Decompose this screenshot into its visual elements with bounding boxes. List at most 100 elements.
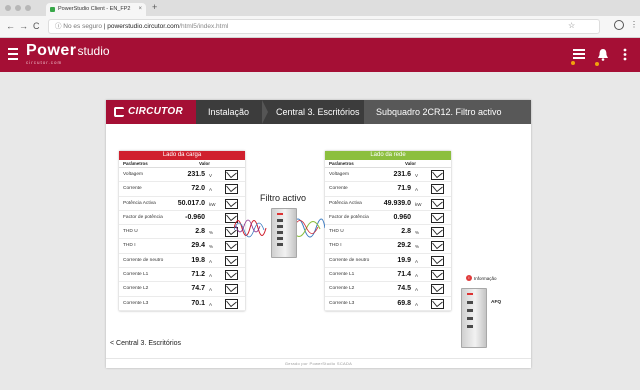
browser-menu-icon[interactable]: ⋮ <box>630 20 638 29</box>
back-link[interactable]: < Central 3. Escritórios <box>110 340 181 347</box>
hamburger-icon[interactable] <box>8 48 18 60</box>
param-value: 71.4 <box>397 271 411 279</box>
trend-graph-icon[interactable] <box>431 255 444 266</box>
param-label: Corrente <box>329 186 348 192</box>
param-unit: % <box>209 230 214 236</box>
back-icon[interactable]: ← <box>6 21 15 31</box>
param-label: THD I <box>123 243 136 249</box>
brand-label: CIRCUTOR <box>128 106 183 117</box>
trend-graph-icon[interactable] <box>225 255 238 266</box>
minimize-window-icon[interactable] <box>15 5 21 11</box>
crumb-installation[interactable]: Instalação <box>208 100 249 124</box>
info-icon[interactable]: i <box>466 275 472 281</box>
param-label: Corrente L3 <box>329 300 355 306</box>
trend-graph-icon[interactable] <box>431 170 444 180</box>
table-row: Corrente 71.9 A <box>325 182 451 197</box>
param-value: 50.017.0 <box>177 199 205 207</box>
param-value: 71.2 <box>191 271 205 279</box>
param-value: -0.960 <box>185 213 205 221</box>
param-value: 74.7 <box>191 285 205 293</box>
afq-module <box>467 325 473 328</box>
trend-graph-icon[interactable] <box>431 198 444 209</box>
list-icon[interactable] <box>571 48 585 65</box>
app-menu-icon[interactable] <box>623 48 627 64</box>
trend-graph-icon[interactable] <box>431 241 444 252</box>
circutor-logo-icon <box>114 107 124 117</box>
grid-rows: Voltagem 231.6 V Corrente 71.9 A Potência Acti… <box>325 168 451 311</box>
trend-graph-icon[interactable] <box>225 170 238 180</box>
filter-title: Filtro activo <box>260 193 307 203</box>
afq-module <box>467 317 473 320</box>
param-unit: A <box>209 301 213 307</box>
tab-close-icon[interactable]: × <box>138 3 142 16</box>
app-header: Powerstudio circutor.com <box>0 38 640 72</box>
active-filter-cabinet[interactable] <box>271 208 297 258</box>
param-unit: A <box>209 287 213 293</box>
afq-module <box>467 301 473 304</box>
grid-table-title: Lado da rede <box>325 151 451 160</box>
trend-graph-icon[interactable] <box>431 270 444 281</box>
param-unit: kW <box>415 201 422 207</box>
param-unit: kW <box>209 201 216 207</box>
table-row: Factor de potência 0.960 <box>325 211 451 226</box>
param-value: 71.9 <box>397 185 411 193</box>
close-window-icon[interactable] <box>5 5 11 11</box>
address-toolbar: ← → C ⓘ No es seguro | powerstudio.circu… <box>0 16 640 38</box>
crumb-subquadro[interactable]: Subquadro 2CR12. Filtro activo <box>364 100 531 124</box>
reload-icon[interactable]: C <box>33 21 40 31</box>
account-icon[interactable] <box>614 20 624 30</box>
maximize-window-icon[interactable] <box>25 5 31 11</box>
new-tab-button[interactable]: + <box>152 2 157 12</box>
table-row: THD U 2.8% <box>119 225 245 240</box>
grid-side-table: Lado da rede Parâmetros Valor Voltagem 23… <box>325 151 451 311</box>
param-label: Corrente L2 <box>123 286 149 292</box>
cabinet-led <box>277 213 283 215</box>
col-value: Valor <box>405 161 417 166</box>
trend-graph-icon[interactable] <box>225 184 238 195</box>
afq-cabinet[interactable] <box>461 288 487 348</box>
url-input[interactable]: ⓘ No es seguro | powerstudio.circutor.co… <box>48 19 600 34</box>
afq-info-label[interactable]: Informação <box>474 276 497 281</box>
param-label: THD U <box>123 229 138 235</box>
param-unit: % <box>415 244 420 250</box>
param-unit: A <box>209 273 213 279</box>
table-row: Voltagem 231.5 V <box>119 168 245 183</box>
param-unit: A <box>209 187 213 193</box>
param-value: 2.8 <box>195 228 205 236</box>
browser-tab[interactable]: PowerStudio Client - EN_FP2 × <box>46 3 146 16</box>
table-row: Corrente L1 71.4 A <box>325 268 451 283</box>
security-indicator[interactable]: ⓘ No es seguro <box>55 23 102 30</box>
load-side-table: Lado da carga Parâmetros Valor Voltagem 2… <box>119 151 245 311</box>
trend-graph-icon[interactable] <box>225 298 238 309</box>
circutor-brand[interactable]: CIRCUTOR <box>106 100 196 124</box>
table-row: Corrente L3 69.8 A <box>325 297 451 311</box>
table-row: Corrente L2 74.7 A <box>119 282 245 297</box>
load-table-header: Parâmetros Valor <box>119 160 245 168</box>
param-label: THD U <box>329 229 344 235</box>
param-unit: A <box>415 187 419 193</box>
trend-graph-icon[interactable] <box>225 270 238 281</box>
bookmark-star-icon[interactable]: ☆ <box>568 21 575 30</box>
trend-graph-icon[interactable] <box>431 184 444 195</box>
param-label: Corrente L1 <box>329 272 355 278</box>
trend-graph-icon[interactable] <box>431 298 444 309</box>
trend-graph-icon[interactable] <box>225 284 238 295</box>
table-row: THD I 29.4% <box>119 239 245 254</box>
trend-graph-icon[interactable] <box>431 227 444 238</box>
afq-led <box>467 293 473 295</box>
param-label: Voltagem <box>123 172 144 177</box>
param-value: 231.5 <box>187 171 205 178</box>
trend-graph-icon[interactable] <box>431 284 444 295</box>
logo-tagline: circutor.com <box>26 60 63 65</box>
afq-name: AFQ <box>491 300 502 305</box>
param-value: 70.1 <box>191 299 205 307</box>
param-label: Corrente <box>123 186 142 192</box>
param-value: 49.939.0 <box>383 199 411 207</box>
trend-graph-icon[interactable] <box>431 212 444 223</box>
param-unit: V <box>415 173 419 178</box>
crumb-central[interactable]: Central 3. Escritórios <box>276 100 360 124</box>
table-row: Factor de potência -0.960 <box>119 211 245 226</box>
bell-icon[interactable] <box>595 48 609 66</box>
forward-icon[interactable]: → <box>19 21 28 31</box>
table-row: Potência Activa 49.939.0 kW <box>325 197 451 211</box>
